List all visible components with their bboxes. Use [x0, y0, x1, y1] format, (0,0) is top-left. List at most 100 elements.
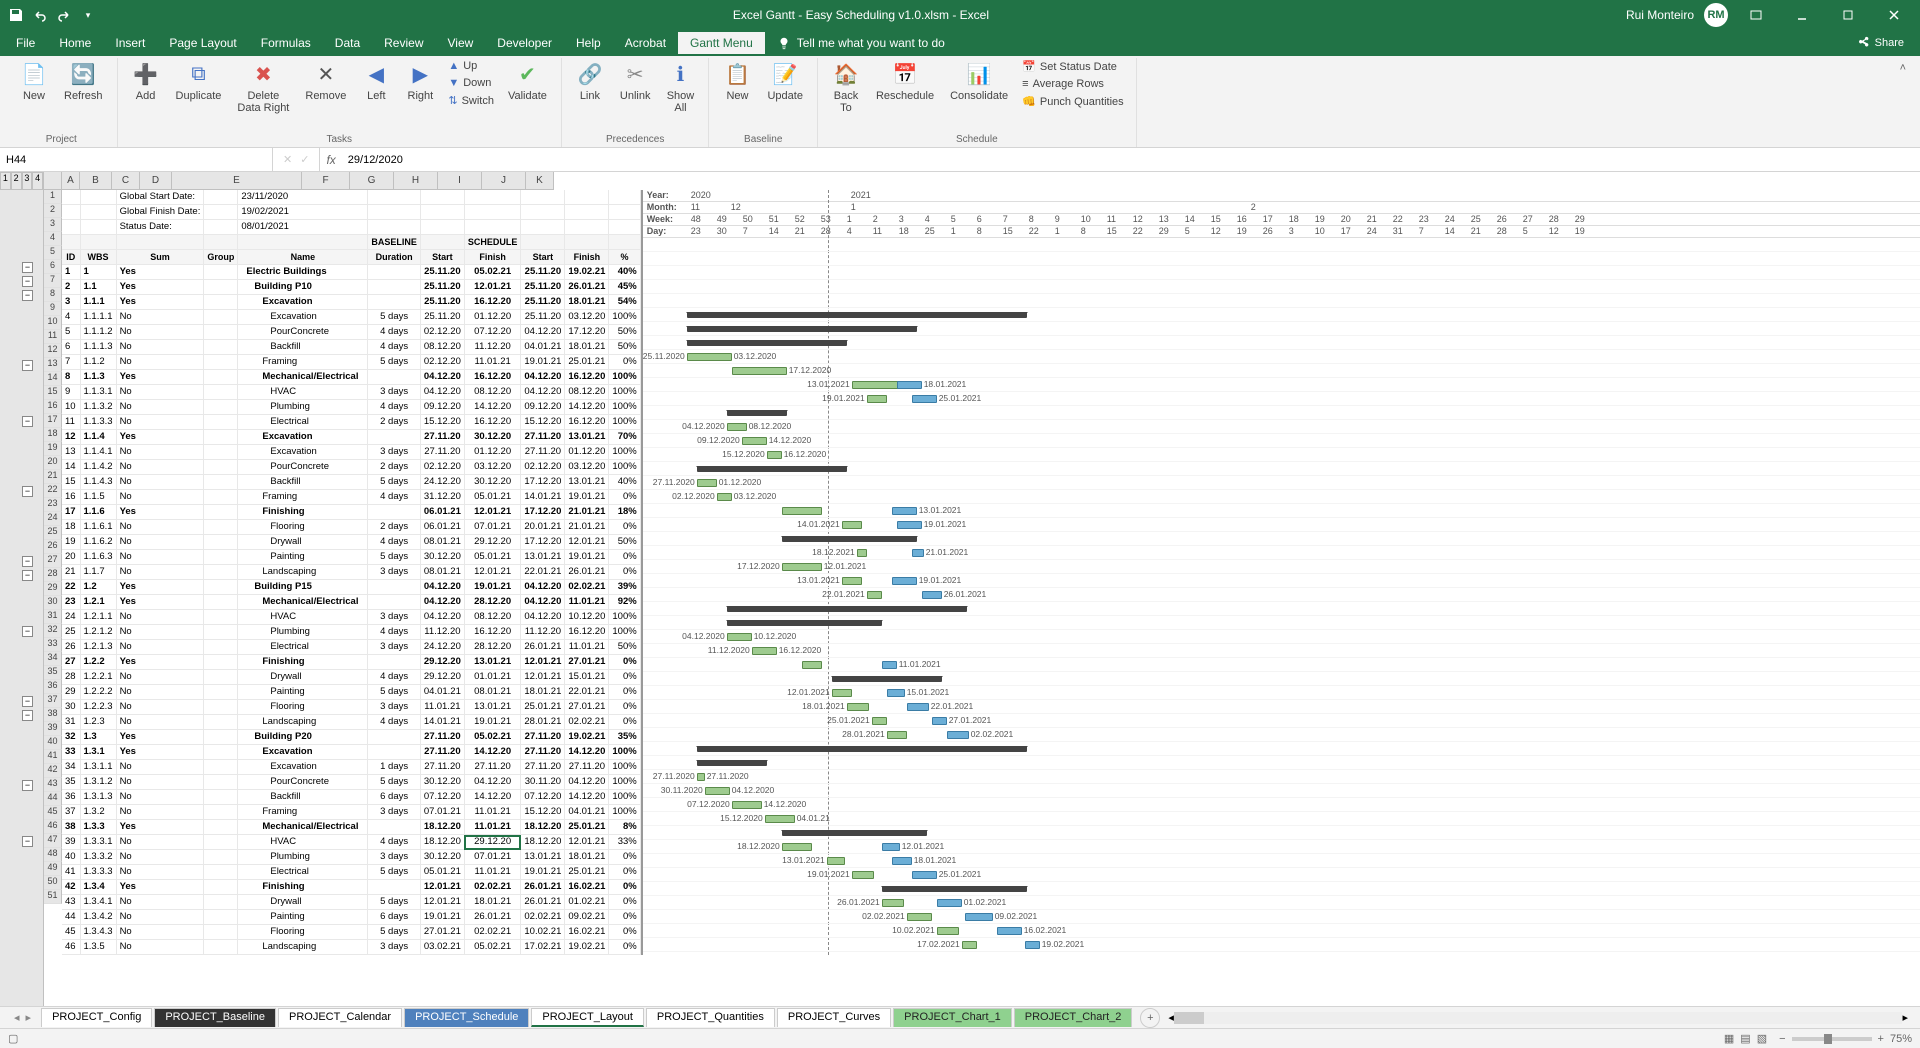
baseline-bar[interactable] — [907, 703, 929, 711]
tab-acrobat[interactable]: Acrobat — [613, 32, 678, 54]
table-row[interactable]: 101.1.3.2NoPlumbing4 days09.12.2014.12.2… — [62, 400, 640, 415]
summary-bar[interactable] — [727, 410, 787, 416]
redo-icon[interactable] — [56, 7, 72, 23]
table-row[interactable]: 41.1.1.1NoExcavation5 days25.11.2001.12.… — [62, 310, 640, 325]
col-header-C[interactable]: C — [112, 172, 140, 190]
task-bar[interactable] — [842, 577, 862, 585]
row-header[interactable]: 23 — [44, 498, 62, 512]
baseline-bar[interactable] — [912, 871, 937, 879]
table-row[interactable]: 161.1.5NoFraming4 days31.12.2005.01.2114… — [62, 490, 640, 505]
table-row[interactable]: 461.3.5NoLandscaping3 days03.02.2105.02.… — [62, 940, 640, 955]
task-bar[interactable] — [705, 787, 730, 795]
table-row[interactable]: 151.1.4.3NoBackfill5 days24.12.2030.12.2… — [62, 475, 640, 490]
sheet-tab-project_curves[interactable]: PROJECT_Curves — [777, 1008, 891, 1027]
col-header-G[interactable]: G — [350, 172, 394, 190]
undo-icon[interactable] — [32, 7, 48, 23]
zoom-out-icon[interactable]: − — [1779, 1033, 1785, 1045]
table-row[interactable]: 451.3.4.3NoFlooring5 days27.01.2102.02.2… — [62, 925, 640, 940]
col-header-A[interactable]: A — [62, 172, 80, 190]
table-row[interactable]: 11YesElectric Buildings25.11.2005.02.212… — [62, 265, 640, 280]
tab-nav-first-icon[interactable]: ◂ — [14, 1011, 20, 1024]
outline-collapse-icon[interactable]: − — [22, 276, 33, 287]
table-row[interactable]: 201.1.6.3NoPainting5 days30.12.2005.01.2… — [62, 550, 640, 565]
row-header[interactable]: 14 — [44, 372, 62, 386]
up-button[interactable]: ▲Up — [444, 58, 498, 74]
table-row[interactable]: 91.1.3.1NoHVAC3 days04.12.2008.12.2004.1… — [62, 385, 640, 400]
save-icon[interactable] — [8, 7, 24, 23]
table-row[interactable]: 371.3.2NoFraming3 days07.01.2111.01.2115… — [62, 805, 640, 820]
summary-bar[interactable] — [782, 830, 927, 836]
row-header[interactable]: 4 — [44, 232, 62, 246]
tab-insert[interactable]: Insert — [103, 32, 157, 54]
summary-bar[interactable] — [832, 676, 942, 682]
add-sheet-button[interactable]: + — [1140, 1008, 1160, 1028]
summary-bar[interactable] — [687, 312, 1027, 318]
baseline-bar[interactable] — [897, 381, 922, 389]
baseline-bar[interactable] — [937, 899, 962, 907]
table-row[interactable]: 181.1.6.1NoFlooring2 days06.01.2107.01.2… — [62, 520, 640, 535]
punch-button[interactable]: 👊Punch Quantities — [1018, 93, 1127, 110]
row-header[interactable]: 25 — [44, 526, 62, 540]
task-bar[interactable] — [782, 507, 822, 515]
row-header[interactable]: 51 — [44, 890, 62, 904]
outline-collapse-icon[interactable]: − — [22, 570, 33, 581]
outline-level-3[interactable]: 3 — [22, 172, 33, 190]
table-row[interactable]: 291.2.2.2NoPainting5 days04.01.2108.01.2… — [62, 685, 640, 700]
baseline-bar[interactable] — [947, 731, 969, 739]
task-bar[interactable] — [872, 717, 887, 725]
baseline-bar[interactable] — [1025, 941, 1040, 949]
row-header[interactable]: 3 — [44, 218, 62, 232]
tab-formulas[interactable]: Formulas — [249, 32, 323, 54]
sheet-tab-project_calendar[interactable]: PROJECT_Calendar — [278, 1008, 402, 1027]
zoom-in-icon[interactable]: + — [1878, 1033, 1884, 1045]
task-bar[interactable] — [752, 647, 777, 655]
row-header[interactable]: 37 — [44, 694, 62, 708]
row-header[interactable]: 17 — [44, 414, 62, 428]
task-bar[interactable] — [867, 591, 882, 599]
row-header[interactable]: 38 — [44, 708, 62, 722]
outline-collapse-icon[interactable]: − — [22, 780, 33, 791]
task-bar[interactable] — [782, 843, 812, 851]
showall-button[interactable]: ℹShow All — [660, 58, 700, 116]
table-row[interactable]: 171.1.6YesFinishing06.01.2112.01.2117.12… — [62, 505, 640, 520]
reschedule-button[interactable]: 📅Reschedule — [870, 58, 940, 104]
row-header[interactable]: 16 — [44, 400, 62, 414]
table-row[interactable]: 341.3.1.1NoExcavation1 days27.11.2027.11… — [62, 760, 640, 775]
summary-bar[interactable] — [687, 326, 917, 332]
task-bar[interactable] — [717, 493, 732, 501]
task-bar[interactable] — [907, 913, 932, 921]
task-bar[interactable] — [782, 563, 822, 571]
row-header[interactable]: 24 — [44, 512, 62, 526]
table-row[interactable]: 441.3.4.2NoPainting6 days19.01.2126.01.2… — [62, 910, 640, 925]
baseline-bar[interactable] — [932, 717, 947, 725]
row-header[interactable]: 1 — [44, 190, 62, 204]
add-task-button[interactable]: ➕Add — [126, 58, 166, 104]
tab-page-layout[interactable]: Page Layout — [157, 32, 248, 54]
table-row[interactable]: 261.2.1.3NoElectrical3 days24.12.2028.12… — [62, 640, 640, 655]
row-header[interactable]: 32 — [44, 624, 62, 638]
task-bar[interactable] — [882, 899, 904, 907]
task-bar[interactable] — [867, 395, 887, 403]
summary-bar[interactable] — [697, 466, 847, 472]
sheet-tab-project_baseline[interactable]: PROJECT_Baseline — [154, 1008, 276, 1027]
row-header[interactable]: 19 — [44, 442, 62, 456]
row-header[interactable]: 28 — [44, 568, 62, 582]
switch-button[interactable]: ⇅Switch — [444, 92, 498, 109]
validate-button[interactable]: ✔Validate — [502, 58, 553, 104]
link-button[interactable]: 🔗Link — [570, 58, 610, 104]
normal-view-icon[interactable]: ▦ — [1724, 1032, 1734, 1045]
row-header[interactable]: 11 — [44, 330, 62, 344]
outline-collapse-icon[interactable]: − — [22, 486, 33, 497]
task-bar[interactable] — [962, 941, 977, 949]
close-icon[interactable] — [1876, 0, 1912, 30]
table-row[interactable]: 421.3.4YesFinishing12.01.2102.02.2126.01… — [62, 880, 640, 895]
summary-bar[interactable] — [727, 620, 882, 626]
row-header[interactable]: 26 — [44, 540, 62, 554]
task-bar[interactable] — [857, 549, 867, 557]
baseline-bar[interactable] — [922, 591, 942, 599]
zoom-percent[interactable]: 75% — [1890, 1033, 1912, 1045]
row-header[interactable]: 43 — [44, 778, 62, 792]
table-row[interactable]: 321.3YesBuilding P2027.11.2005.02.2127.1… — [62, 730, 640, 745]
table-row[interactable]: 231.2.1YesMechanical/Electrical04.12.202… — [62, 595, 640, 610]
gantt-chart[interactable]: Year:20202021Month:111212Week:4849505152… — [641, 190, 1920, 955]
